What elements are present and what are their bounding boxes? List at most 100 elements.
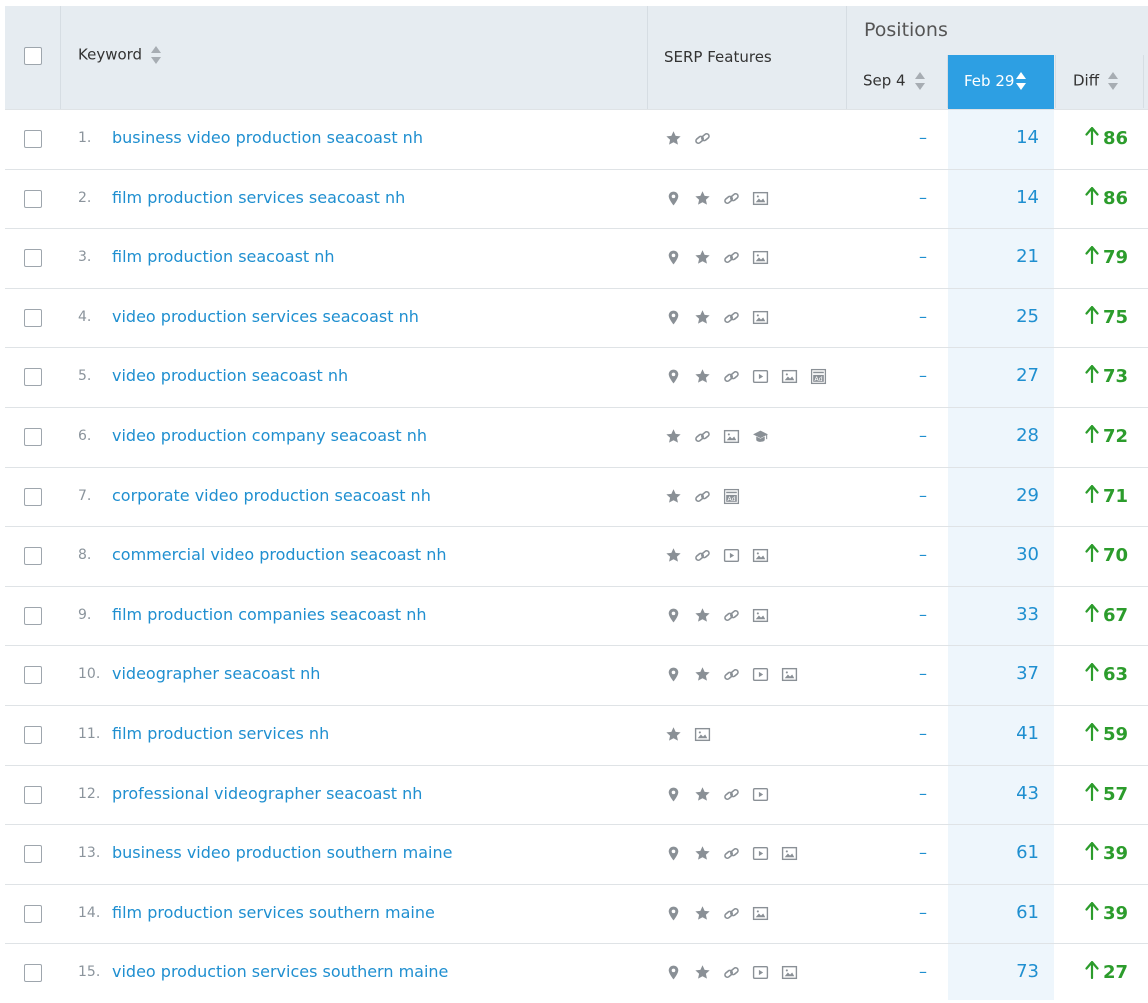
star-icon[interactable]	[665, 726, 682, 743]
feb-position[interactable]: 41	[965, 723, 1039, 744]
keyword-link[interactable]: video production company seacoast nh	[112, 426, 427, 445]
image-icon[interactable]	[752, 309, 769, 326]
keyword-link[interactable]: film production services seacoast nh	[112, 188, 405, 207]
feb-position[interactable]: 73	[965, 961, 1039, 982]
keyword-link[interactable]: professional videographer seacoast nh	[112, 784, 422, 803]
image-icon[interactable]	[781, 964, 798, 981]
pin-icon[interactable]	[665, 190, 682, 207]
link-icon[interactable]	[723, 786, 740, 803]
image-icon[interactable]	[752, 905, 769, 922]
keyword-header[interactable]: Keyword	[78, 45, 162, 65]
star-icon[interactable]	[665, 547, 682, 564]
link-icon[interactable]	[723, 309, 740, 326]
star-icon[interactable]	[665, 428, 682, 445]
image-icon[interactable]	[781, 666, 798, 683]
feb-position[interactable]: 25	[965, 306, 1039, 327]
feb-header[interactable]: Feb 29	[948, 55, 1054, 109]
link-icon[interactable]	[723, 666, 740, 683]
sort-icon[interactable]	[1015, 71, 1027, 91]
video-icon[interactable]	[752, 786, 769, 803]
pin-icon[interactable]	[665, 368, 682, 385]
academic-icon[interactable]	[752, 428, 769, 445]
feb-position[interactable]: 30	[965, 544, 1039, 565]
star-icon[interactable]	[694, 964, 711, 981]
star-icon[interactable]	[694, 190, 711, 207]
keyword-link[interactable]: videographer seacoast nh	[112, 664, 320, 683]
pin-icon[interactable]	[665, 786, 682, 803]
image-icon[interactable]	[723, 428, 740, 445]
sort-icon[interactable]	[1107, 71, 1119, 91]
row-checkbox[interactable]	[24, 785, 42, 804]
feb-position[interactable]: 27	[965, 365, 1039, 386]
star-icon[interactable]	[694, 249, 711, 266]
pin-icon[interactable]	[665, 249, 682, 266]
sep-header[interactable]: Sep 4	[863, 71, 926, 91]
ad-icon[interactable]: Ad	[810, 368, 827, 385]
image-icon[interactable]	[752, 607, 769, 624]
link-icon[interactable]	[723, 249, 740, 266]
keyword-link[interactable]: video production seacoast nh	[112, 366, 348, 385]
keyword-link[interactable]: film production services nh	[112, 724, 329, 743]
star-icon[interactable]	[694, 666, 711, 683]
row-checkbox[interactable]	[24, 308, 42, 327]
row-checkbox[interactable]	[24, 428, 42, 446]
star-icon[interactable]	[665, 488, 682, 505]
row-checkbox[interactable]	[24, 726, 42, 744]
keyword-link[interactable]: commercial video production seacoast nh	[112, 545, 447, 564]
keyword-link[interactable]: film production services southern maine	[112, 903, 435, 922]
link-icon[interactable]	[723, 964, 740, 981]
row-checkbox[interactable]	[24, 189, 42, 208]
pin-icon[interactable]	[665, 964, 682, 981]
video-icon[interactable]	[723, 547, 740, 564]
video-icon[interactable]	[752, 368, 769, 385]
pin-icon[interactable]	[665, 845, 682, 862]
image-icon[interactable]	[752, 249, 769, 266]
row-checkbox[interactable]	[24, 904, 42, 923]
feb-position[interactable]: 14	[965, 127, 1039, 148]
keyword-link[interactable]: video production services southern maine	[112, 962, 448, 981]
image-icon[interactable]	[752, 547, 769, 564]
diff-header[interactable]: Diff	[1073, 71, 1119, 91]
feb-position[interactable]: 33	[965, 604, 1039, 625]
link-icon[interactable]	[694, 130, 711, 147]
ad-icon[interactable]: Ad	[723, 488, 740, 505]
sort-icon[interactable]	[914, 71, 926, 91]
row-checkbox[interactable]	[24, 130, 42, 148]
image-icon[interactable]	[694, 726, 711, 743]
star-icon[interactable]	[694, 368, 711, 385]
keyword-link[interactable]: film production companies seacoast nh	[112, 605, 427, 624]
video-icon[interactable]	[752, 845, 769, 862]
keyword-link[interactable]: business video production southern maine	[112, 843, 452, 862]
star-icon[interactable]	[665, 130, 682, 147]
feb-position[interactable]: 61	[965, 842, 1039, 863]
row-checkbox[interactable]	[24, 964, 42, 983]
image-icon[interactable]	[781, 845, 798, 862]
star-icon[interactable]	[694, 786, 711, 803]
video-icon[interactable]	[752, 964, 769, 981]
video-icon[interactable]	[752, 666, 769, 683]
pin-icon[interactable]	[665, 905, 682, 922]
feb-position[interactable]: 21	[965, 246, 1039, 267]
sort-icon[interactable]	[150, 45, 162, 65]
link-icon[interactable]	[723, 905, 740, 922]
pin-icon[interactable]	[665, 607, 682, 624]
feb-position[interactable]: 43	[965, 783, 1039, 804]
pin-icon[interactable]	[665, 666, 682, 683]
keyword-link[interactable]: business video production seacoast nh	[112, 128, 423, 147]
keyword-link[interactable]: video production services seacoast nh	[112, 307, 419, 326]
row-checkbox[interactable]	[24, 487, 42, 506]
row-checkbox[interactable]	[24, 249, 42, 268]
star-icon[interactable]	[694, 607, 711, 624]
star-icon[interactable]	[694, 905, 711, 922]
star-icon[interactable]	[694, 309, 711, 326]
link-icon[interactable]	[694, 428, 711, 445]
row-checkbox[interactable]	[24, 547, 42, 566]
link-icon[interactable]	[694, 547, 711, 564]
link-icon[interactable]	[723, 845, 740, 862]
select-all-checkbox[interactable]	[24, 47, 42, 65]
link-icon[interactable]	[723, 607, 740, 624]
row-checkbox[interactable]	[24, 368, 42, 387]
feb-position[interactable]: 14	[965, 187, 1039, 208]
image-icon[interactable]	[781, 368, 798, 385]
keyword-link[interactable]: corporate video production seacoast nh	[112, 486, 431, 505]
